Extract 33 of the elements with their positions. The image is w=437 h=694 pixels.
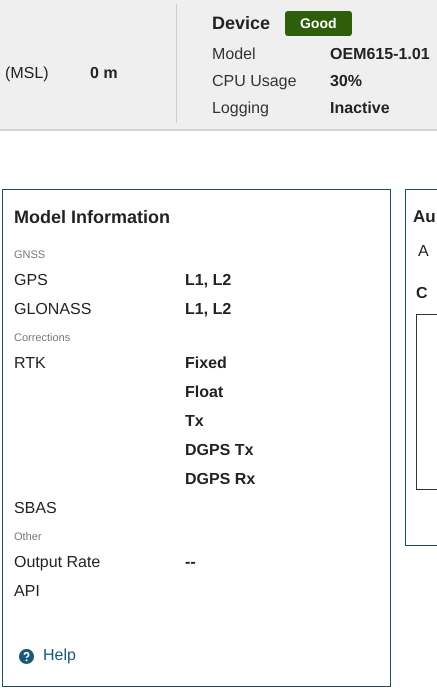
field-label: Output Rate — [14, 552, 100, 572]
card-title: Au — [413, 206, 437, 228]
field-value: OEM615-1.01 — [330, 44, 430, 64]
field-label: (MSL) — [5, 64, 50, 84]
field-value: L1, L2 — [185, 300, 232, 320]
field-label: A — [417, 242, 430, 262]
field-value: DGPS Rx — [185, 470, 256, 490]
field-value: Tx — [185, 412, 204, 432]
field-label: GLONASS — [14, 300, 92, 320]
field-label: CPU Usage — [212, 72, 298, 92]
card-title: Model Information — [14, 206, 171, 229]
field-label: Model — [212, 44, 257, 64]
field-value: DGPS Tx — [185, 440, 254, 460]
field-value: 0 m — [90, 64, 118, 84]
field-value: 30% — [330, 72, 362, 92]
help-icon — [19, 648, 34, 664]
field-value: L1, L2 — [185, 270, 232, 290]
field-value: -- — [185, 552, 196, 572]
field-label: SBAS — [14, 498, 57, 518]
field-label: C — [415, 284, 429, 304]
section-heading: Other — [14, 530, 42, 546]
field-value: Inactive — [330, 98, 390, 118]
status-badge: Good — [285, 11, 352, 36]
field-label: Logging — [212, 98, 270, 118]
field-label: RTK — [14, 354, 46, 374]
field-value: Fixed — [185, 354, 227, 374]
section-heading: GNSS — [14, 248, 46, 264]
section-heading: Corrections — [14, 331, 70, 346]
help-link[interactable]: Help — [14, 644, 379, 668]
section-title: Device — [212, 12, 270, 35]
field-value: Float — [185, 382, 224, 402]
field-label: GPS — [14, 270, 48, 290]
field-label: API — [14, 582, 40, 602]
